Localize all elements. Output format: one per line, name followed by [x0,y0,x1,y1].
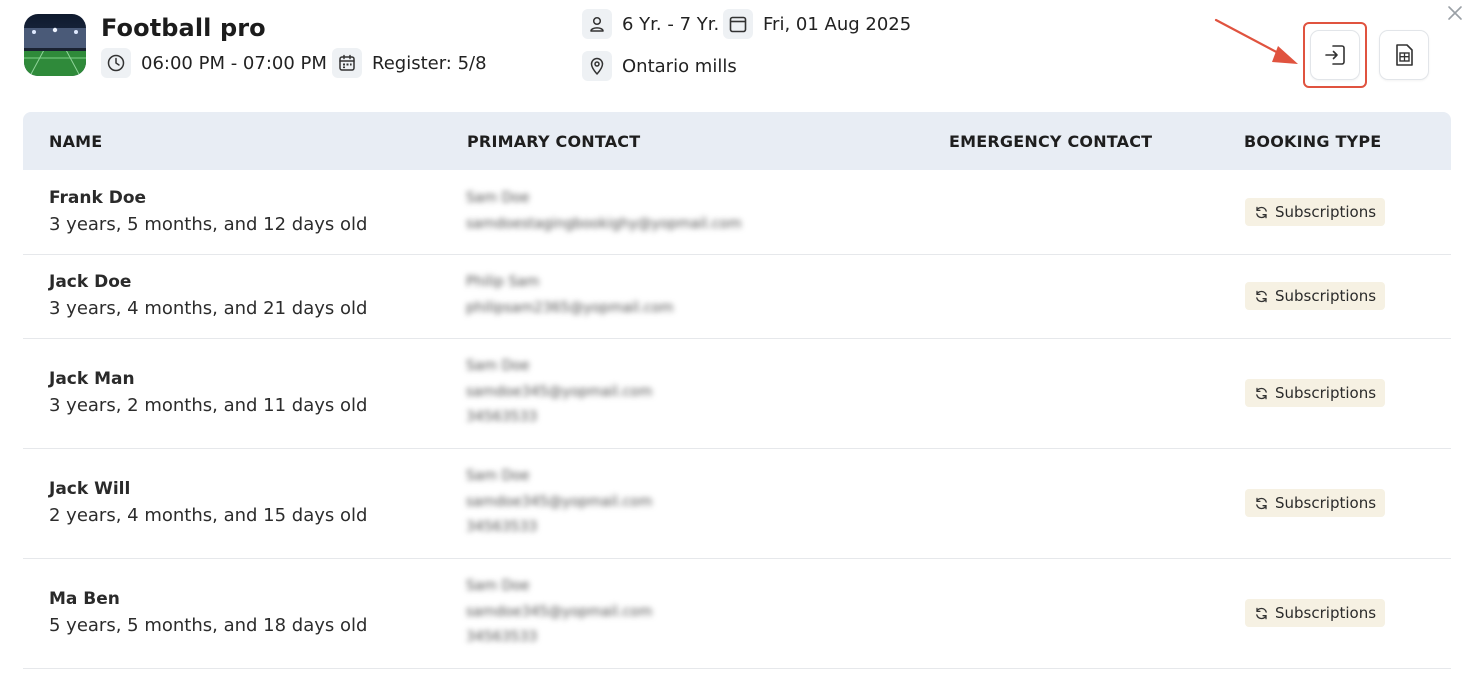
event-register: Register: 5/8 [332,48,487,78]
contact-email: samdoe345@yopmail.com [466,383,653,400]
booking-type-label: Subscriptions [1275,604,1377,622]
contact-phone: 34563533 [466,629,538,645]
participant-age: 5 years, 5 months, and 18 days old [49,615,368,636]
event-location: Ontario mills [582,51,737,81]
primary-contact: Sam Doe samdoestagingbookighy@yopmail.co… [466,186,742,237]
calendar-icon [723,9,753,39]
participant-age: 3 years, 5 months, and 12 days old [49,214,368,235]
contact-email: samdoe345@yopmail.com [466,603,653,620]
export-spreadsheet-button[interactable] [1379,30,1429,80]
contact-name: Sam Doe [466,578,530,594]
table-row[interactable]: Ma Ben 5 years, 5 months, and 18 days ol… [23,558,1451,669]
event-title: Football pro [101,14,266,42]
contact-email: samdoe345@yopmail.com [466,493,653,510]
event-date-text: Fri, 01 Aug 2025 [763,13,912,35]
event-time-text: 06:00 PM - 07:00 PM [141,52,327,74]
map-pin-icon [582,51,612,81]
column-header-primary-contact[interactable]: PRIMARY CONTACT [467,132,640,151]
contact-name: Sam Doe [466,190,530,206]
booking-type-badge: Subscriptions [1245,282,1386,310]
booking-type-badge: Subscriptions [1245,379,1386,407]
table-row[interactable]: Jack Will 2 years, 4 months, and 15 days… [23,448,1451,559]
booking-type-label: Subscriptions [1275,287,1377,305]
event-age-range-text: 6 Yr. - 7 Yr. [622,13,720,35]
booking-type-label: Subscriptions [1275,494,1377,512]
booking-type-label: Subscriptions [1275,384,1377,402]
booking-type-badge: Subscriptions [1245,198,1386,226]
contact-name: Sam Doe [466,468,530,484]
table-row[interactable]: Jack Doe 3 years, 4 months, and 21 days … [23,254,1451,339]
participant-name: Jack Man [49,369,135,389]
contact-name: Sam Doe [466,358,530,374]
event-thumbnail [24,14,86,76]
participant-name: Jack Will [49,479,131,499]
booking-type-label: Subscriptions [1275,203,1377,221]
participant-age: 3 years, 4 months, and 21 days old [49,298,368,319]
column-header-booking-type[interactable]: BOOKING TYPE [1244,132,1381,151]
event-time: 06:00 PM - 07:00 PM [101,48,327,78]
calendar-grid-icon [332,48,362,78]
event-age-range: 6 Yr. - 7 Yr. [582,9,719,39]
clock-icon [101,48,131,78]
contact-phone: 34563533 [466,519,538,535]
contact-email: samdoestagingbookighy@yopmail.com [466,215,742,232]
participant-name: Ma Ben [49,589,120,609]
contact-name: Philip Sam [466,274,540,290]
refresh-icon [1256,387,1267,399]
column-header-name[interactable]: NAME [49,132,102,151]
participant-name: Frank Doe [49,188,147,208]
column-header-emergency-contact[interactable]: EMERGENCY CONTACT [949,132,1152,151]
spreadsheet-icon [1396,44,1413,66]
primary-contact: Sam Doe samdoe345@yopmail.com 34563533 [466,464,652,541]
sign-in-icon [1325,45,1345,65]
participant-name: Jack Doe [49,272,132,292]
primary-contact: Sam Doe samdoe345@yopmail.com 34563533 [466,574,652,651]
table-header: NAME PRIMARY CONTACT EMERGENCY CONTACT B… [23,112,1451,170]
check-in-button[interactable] [1310,30,1360,80]
booking-type-badge: Subscriptions [1245,489,1386,517]
refresh-icon [1256,206,1267,218]
primary-contact: Sam Doe samdoe345@yopmail.com 34563533 [466,354,652,431]
annotation-arrow [1214,18,1298,64]
table-row[interactable]: Jack Man 3 years, 2 months, and 11 days … [23,338,1451,449]
refresh-icon [1256,290,1267,302]
booking-type-badge: Subscriptions [1245,599,1386,627]
contact-email: philipsam2365@yopmail.com [466,299,674,316]
participant-age: 3 years, 2 months, and 11 days old [49,395,368,416]
table-row[interactable]: Frank Doe 3 years, 5 months, and 12 days… [23,170,1451,255]
event-register-text: Register: 5/8 [372,52,487,74]
refresh-icon [1256,607,1267,619]
event-date: Fri, 01 Aug 2025 [723,9,911,39]
primary-contact: Philip Sam philipsam2365@yopmail.com [466,270,674,321]
refresh-icon [1256,497,1267,509]
contact-phone: 34563533 [466,409,538,425]
close-icon[interactable] [1446,4,1464,22]
participant-age: 2 years, 4 months, and 15 days old [49,505,368,526]
user-icon [582,9,612,39]
event-location-text: Ontario mills [622,55,737,77]
